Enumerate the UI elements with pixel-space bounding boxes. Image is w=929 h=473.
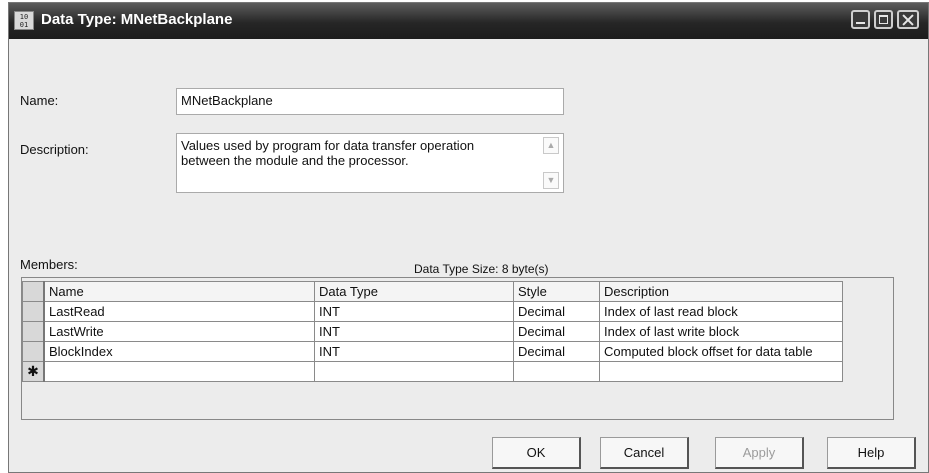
new-member-style-cell[interactable] [513,361,600,382]
description-label: Description: [20,142,89,157]
column-header-data-type[interactable]: Data Type [314,281,514,302]
close-button[interactable] [897,10,919,29]
new-member-row[interactable]: ✱ [22,361,843,382]
data-type-icon: 10 01 [14,11,34,30]
apply-button[interactable]: Apply [715,437,804,469]
window-title: Data Type: MNetBackplane [41,11,233,28]
new-member-data-type-cell[interactable] [314,361,514,382]
minimize-button[interactable] [851,10,870,29]
maximize-button[interactable] [874,10,893,29]
column-header-name[interactable]: Name [43,281,315,302]
new-member-description-cell[interactable] [599,361,843,382]
description-field[interactable]: Values used by program for data transfer… [176,133,564,193]
select-all-corner[interactable] [22,281,45,302]
member-name-cell[interactable]: BlockIndex [43,341,315,362]
data-type-dialog: 10 01 Data Type: MNetBackplane Name: MNet… [8,2,929,473]
row-selector[interactable] [22,301,45,322]
member-description-cell[interactable]: Index of last write block [599,321,843,342]
members-label: Members: [20,257,78,272]
new-member-name-cell[interactable] [43,361,315,382]
data-type-size: Data Type Size: 8 byte(s) [414,262,549,276]
row-selector[interactable] [22,341,45,362]
name-label: Name: [20,93,59,108]
members-table: Name Data Type Style Description LastRea… [22,281,843,382]
new-row-indicator[interactable]: ✱ [22,361,45,382]
cancel-button[interactable]: Cancel [600,437,689,469]
table-row[interactable]: LastRead INT Decimal Index of last read … [22,301,843,322]
member-style-cell[interactable]: Decimal [513,341,600,362]
table-row[interactable]: BlockIndex INT Decimal Computed block of… [22,341,843,362]
description-scrollbar[interactable]: ▲ ▼ [543,137,559,189]
member-name-cell[interactable]: LastWrite [43,321,315,342]
member-style-cell[interactable]: Decimal [513,301,600,322]
column-header-description[interactable]: Description [599,281,843,302]
description-text: Values used by program for data transfer… [181,138,475,168]
title-bar[interactable]: 10 01 Data Type: MNetBackplane [9,3,928,39]
member-data-type-cell[interactable]: INT [314,341,514,362]
scroll-up-icon[interactable]: ▲ [543,137,559,154]
members-grid: Name Data Type Style Description LastRea… [21,277,894,420]
member-description-cell[interactable]: Computed block offset for data table [599,341,843,362]
member-data-type-cell[interactable]: INT [314,321,514,342]
member-style-cell[interactable]: Decimal [513,321,600,342]
member-description-cell[interactable]: Index of last read block [599,301,843,322]
member-data-type-cell[interactable]: INT [314,301,514,322]
new-row-star-icon: ✱ [27,363,39,379]
name-field[interactable]: MNetBackplane [176,88,564,115]
column-header-style[interactable]: Style [513,281,600,302]
row-selector[interactable] [22,321,45,342]
table-header-row: Name Data Type Style Description [22,281,843,302]
scroll-down-icon[interactable]: ▼ [543,172,559,189]
table-row[interactable]: LastWrite INT Decimal Index of last writ… [22,321,843,342]
ok-button[interactable]: OK [492,437,581,469]
help-button[interactable]: Help [827,437,916,469]
member-name-cell[interactable]: LastRead [43,301,315,322]
